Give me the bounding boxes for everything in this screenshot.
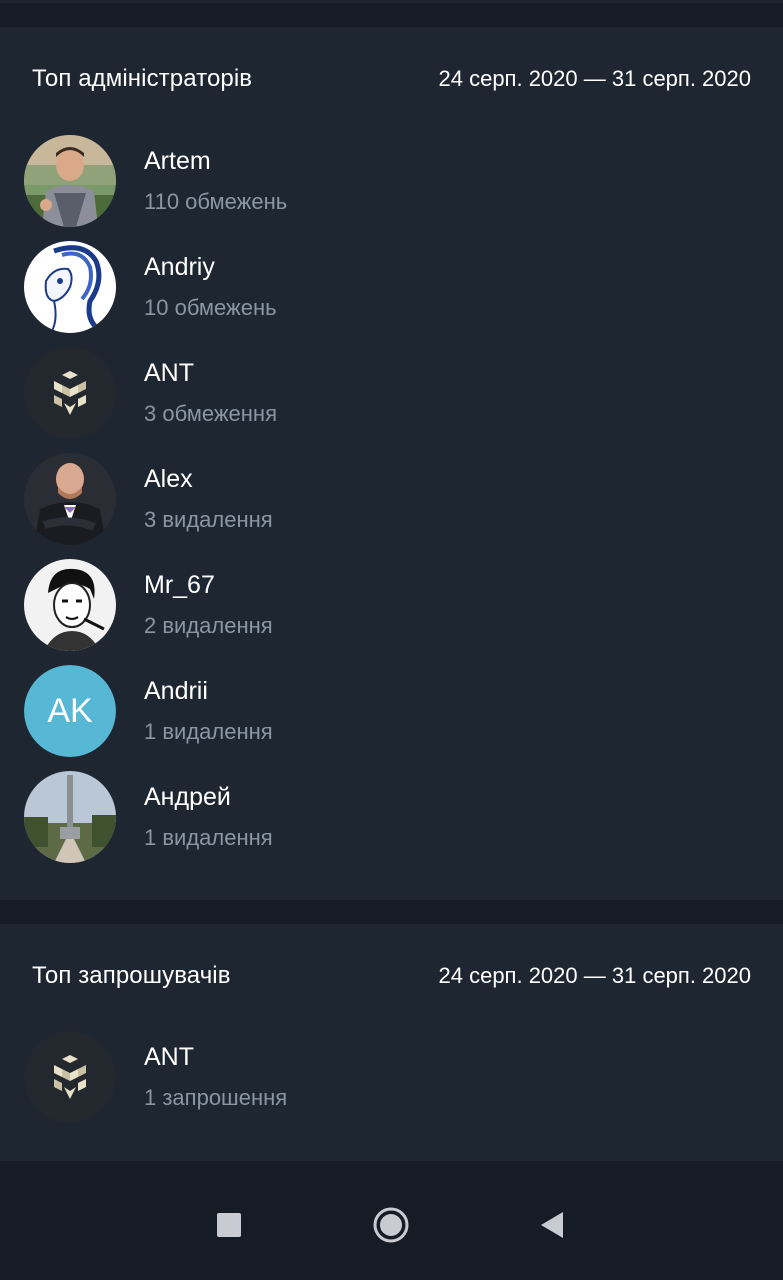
top-admins-card: Топ адміністраторів 24 серп. 2020 — 31 с… bbox=[0, 27, 783, 900]
top-admins-title: Топ адміністраторів bbox=[32, 65, 253, 92]
monument-photo-icon bbox=[24, 771, 116, 863]
system-navigation-bar bbox=[0, 1161, 783, 1280]
admin-name: Mr_67 bbox=[144, 571, 215, 599]
admin-actions-count: 10 обмежень bbox=[144, 295, 277, 320]
admin-name: ANT bbox=[144, 359, 194, 387]
avatar bbox=[24, 241, 116, 333]
top-admins-date-range[interactable]: 24 серп. 2020 — 31 серп. 2020 bbox=[439, 66, 752, 92]
admin-name: Andrii bbox=[144, 677, 208, 705]
recents-square-icon[interactable] bbox=[209, 1205, 249, 1245]
top-inviters-card: Топ запрошувачів 24 серп. 2020 — 31 серп… bbox=[0, 924, 783, 1161]
top-inviters-date-range[interactable]: 24 серп. 2020 — 31 серп. 2020 bbox=[439, 963, 752, 989]
cube-logo-icon bbox=[24, 1031, 116, 1123]
list-item[interactable]: AK Andrii 1 видалення bbox=[0, 664, 783, 770]
photo-avatar-icon bbox=[24, 453, 116, 545]
initials-avatar: AK bbox=[24, 665, 116, 757]
home-circle-icon[interactable] bbox=[371, 1205, 411, 1245]
admin-name: Alex bbox=[144, 465, 193, 493]
top-inviters-list: ANT 1 запрошення bbox=[0, 1030, 783, 1136]
admin-actions-count: 2 видалення bbox=[144, 613, 273, 638]
pony-drawing-icon bbox=[24, 241, 116, 333]
photo-avatar-icon bbox=[24, 135, 116, 227]
admin-name: Андрей bbox=[144, 783, 231, 811]
back-triangle-icon[interactable] bbox=[532, 1205, 572, 1245]
list-item[interactable]: Андрей 1 видалення bbox=[0, 770, 783, 876]
admin-name: Andriy bbox=[144, 253, 215, 281]
avatar bbox=[24, 347, 116, 439]
admin-name: Artem bbox=[144, 147, 211, 175]
admin-actions-count: 1 видалення bbox=[144, 719, 273, 744]
list-item[interactable]: ANT 1 запрошення bbox=[0, 1030, 783, 1136]
admin-actions-count: 1 видалення bbox=[144, 825, 273, 850]
top-admins-list: Artem 110 обмежень Andriy 10 обмежень AN… bbox=[0, 134, 783, 876]
top-strip bbox=[0, 0, 783, 27]
inviter-name: ANT bbox=[144, 1043, 194, 1071]
list-item[interactable]: Mr_67 2 видалення bbox=[0, 558, 783, 664]
inviter-invites-count: 1 запрошення bbox=[144, 1085, 288, 1110]
admin-actions-count: 3 видалення bbox=[144, 507, 273, 532]
avatar bbox=[24, 1031, 116, 1123]
list-item[interactable]: Andriy 10 обмежень bbox=[0, 240, 783, 346]
cube-logo-icon bbox=[24, 347, 116, 439]
list-item[interactable]: ANT 3 обмеження bbox=[0, 346, 783, 452]
admin-actions-count: 3 обмеження bbox=[144, 401, 277, 426]
sketch-portrait-icon bbox=[24, 559, 116, 651]
admin-actions-count: 110 обмежень bbox=[144, 189, 288, 214]
top-inviters-title: Топ запрошувачів bbox=[32, 962, 231, 989]
list-item[interactable]: Artem 110 обмежень bbox=[0, 134, 783, 240]
avatar bbox=[24, 135, 116, 227]
avatar: AK bbox=[24, 665, 116, 757]
avatar bbox=[24, 453, 116, 545]
top-admins-header: Топ адміністраторів 24 серп. 2020 — 31 с… bbox=[32, 59, 751, 99]
avatar bbox=[24, 559, 116, 651]
top-inviters-header: Топ запрошувачів 24 серп. 2020 — 31 серп… bbox=[32, 956, 751, 996]
avatar bbox=[24, 771, 116, 863]
list-item[interactable]: Alex 3 видалення bbox=[0, 452, 783, 558]
